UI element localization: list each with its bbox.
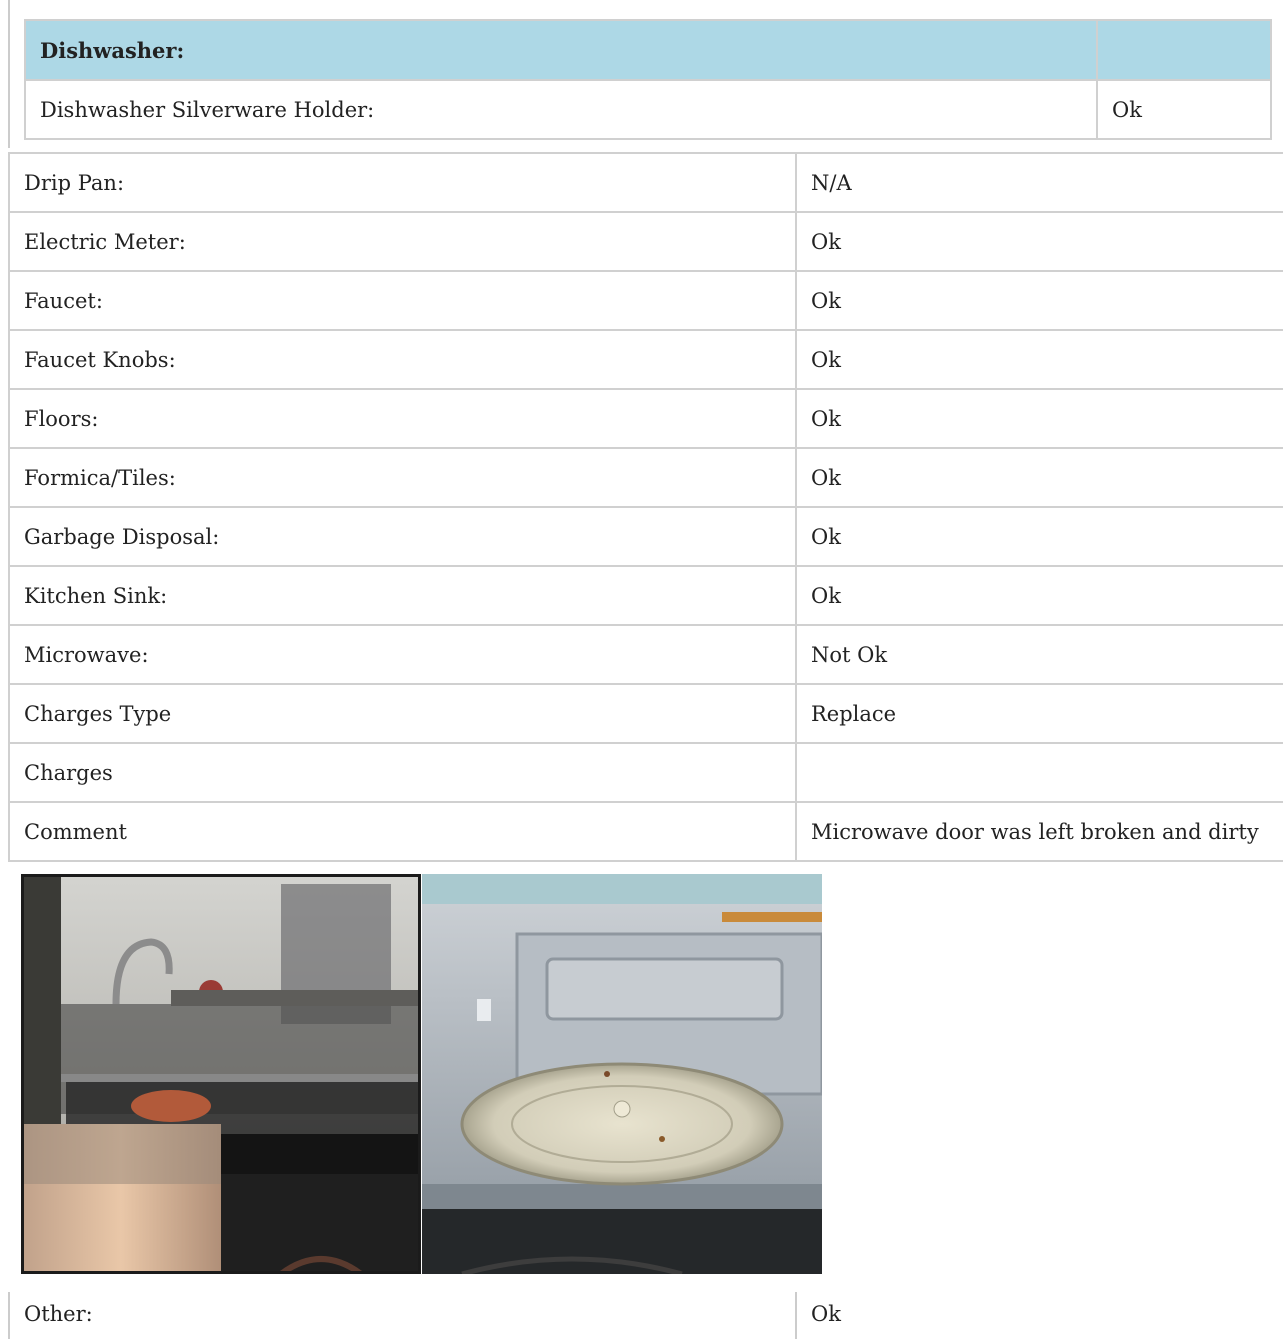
row-label: Formica/Tiles: (8, 447, 797, 508)
row-value: Ok (795, 211, 1283, 272)
row-label: Faucet Knobs: (8, 329, 797, 390)
table-row: Charges (8, 742, 1283, 803)
dishwasher-table: Dishwasher: Dishwasher Silverware Holder… (24, 19, 1272, 140)
row-value: Ok (795, 565, 1283, 626)
table-row: Faucet: Ok (8, 270, 1283, 331)
row-label: Kitchen Sink: (8, 565, 797, 626)
left-border (8, 0, 10, 148)
row-label: Floors: (8, 388, 797, 449)
row-value: Ok (795, 447, 1283, 508)
table-row: Charges Type Replace (8, 683, 1283, 744)
microwave-door-photo[interactable] (21, 874, 421, 1274)
row-value: N/A (795, 152, 1283, 213)
row-value: Microwave door was left broken and dirty (795, 801, 1283, 862)
microwave-interior-photo[interactable] (422, 874, 822, 1274)
table-row: Microwave: Not Ok (8, 624, 1283, 685)
table-row: Faucet Knobs: Ok (8, 329, 1283, 390)
table-row: Formica/Tiles: Ok (8, 447, 1283, 508)
inspection-table: Drip Pan: N/A Electric Meter: Ok Faucet: Ok Fa… (8, 152, 1283, 862)
row-label: Comment (8, 801, 797, 862)
row-value: Replace (795, 683, 1283, 744)
table-row: Electric Meter: Ok (8, 211, 1283, 272)
microwave-interior-image (422, 874, 822, 1274)
row-value: Ok (1096, 79, 1272, 140)
row-label: Microwave: (8, 624, 797, 685)
table-row: Kitchen Sink: Ok (8, 565, 1283, 626)
row-label: Garbage Disposal: (8, 506, 797, 567)
other-row: Other: Ok (0, 1292, 1283, 1339)
row-label: Dishwasher Silverware Holder: (24, 79, 1098, 140)
row-value: Ok (795, 506, 1283, 567)
row-value: Ok (795, 329, 1283, 390)
row-value: Ok (811, 1302, 841, 1326)
table-row: Floors: Ok (8, 388, 1283, 449)
dishwasher-heading: Dishwasher: (24, 19, 1098, 81)
table-row: Garbage Disposal: Ok (8, 506, 1283, 567)
row-label: Other: (24, 1302, 93, 1326)
table-row: Comment Microwave door was left broken an… (8, 801, 1283, 862)
row-value (795, 742, 1283, 803)
row-label: Drip Pan: (8, 152, 797, 213)
table-row: Dishwasher Silverware Holder: Ok (24, 79, 1272, 140)
table-row: Drip Pan: N/A (8, 152, 1283, 213)
row-value: Ok (795, 388, 1283, 449)
row-label: Faucet: (8, 270, 797, 331)
row-label: Electric Meter: (8, 211, 797, 272)
row-value: Not Ok (795, 624, 1283, 685)
dishwasher-heading-empty (1096, 19, 1272, 81)
row-label: Charges (8, 742, 797, 803)
row-label: Charges Type (8, 683, 797, 744)
dishwasher-header-row: Dishwasher: (24, 19, 1272, 81)
row-value: Ok (795, 270, 1283, 331)
microwave-door-image (21, 874, 421, 1274)
